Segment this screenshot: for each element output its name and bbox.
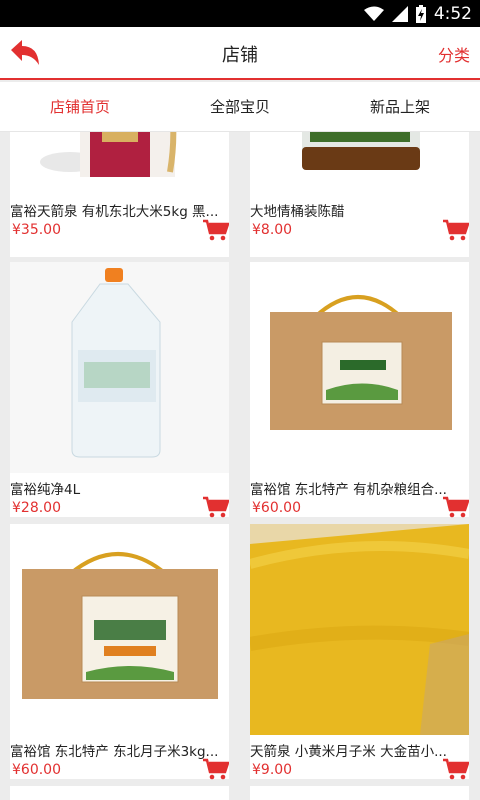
add-to-cart-icon[interactable]	[203, 219, 229, 241]
product-price: ¥28.00	[12, 500, 61, 516]
product-card[interactable]: 富裕天箭泉 有机东北大米5kg 黑... ¥35.00	[10, 132, 229, 257]
add-to-cart-icon[interactable]	[203, 758, 229, 780]
product-card[interactable]	[10, 786, 229, 800]
product-grid: 富裕天箭泉 有机东北大米5kg 黑... ¥35.00 大地情桶装陈醋 ¥8.0…	[0, 132, 480, 800]
product-card[interactable]: 天箭泉 小黄米月子米 大金苗小... ¥9.00	[250, 524, 469, 780]
product-card[interactable]	[250, 786, 469, 800]
product-price: ¥60.00	[252, 500, 301, 516]
product-card[interactable]: 富裕馆 东北特产 有机杂粮组合... ¥60.00	[250, 262, 469, 518]
add-to-cart-icon[interactable]	[443, 758, 469, 780]
tab-bar: 店铺首页 全部宝贝 新品上架	[0, 82, 480, 132]
product-name[interactable]: 大地情桶装陈醋	[250, 200, 469, 220]
tab-new-arrivals[interactable]: 新品上架	[320, 82, 480, 131]
product-name[interactable]: 富裕馆 东北特产 有机杂粮组合...	[250, 478, 469, 498]
tab-store-home[interactable]: 店铺首页	[0, 82, 160, 131]
product-image-water-bottle[interactable]	[10, 262, 229, 473]
product-name[interactable]: 天箭泉 小黄米月子米 大金苗小...	[250, 740, 469, 760]
wifi-icon	[363, 6, 384, 21]
product-card[interactable]: 富裕纯净4L ¥28.00	[10, 262, 229, 518]
product-price: ¥9.00	[252, 762, 293, 778]
product-image-rice-bag[interactable]	[10, 132, 229, 182]
product-image-vinegar[interactable]	[250, 132, 469, 182]
product-image-yellow-millet[interactable]	[250, 524, 469, 735]
product-image-grain-gift-box[interactable]	[250, 262, 469, 473]
battery-charging-icon	[415, 4, 426, 23]
product-name[interactable]: 富裕天箭泉 有机东北大米5kg 黑...	[10, 200, 229, 220]
product-price: ¥35.00	[12, 222, 61, 238]
product-name[interactable]: 富裕纯净4L	[10, 478, 229, 498]
status-bar: 4:52	[0, 0, 480, 27]
signal-icon	[391, 5, 408, 22]
add-to-cart-icon[interactable]	[203, 496, 229, 518]
product-card[interactable]: 富裕馆 东北特产 东北月子米3kg... ¥60.00	[10, 524, 229, 780]
product-image-millet-gift-box[interactable]	[10, 524, 229, 735]
product-price: ¥8.00	[252, 222, 293, 238]
product-card[interactable]: 大地情桶装陈醋 ¥8.00	[250, 132, 469, 257]
clock: 4:52	[433, 3, 472, 24]
add-to-cart-icon[interactable]	[443, 219, 469, 241]
product-name[interactable]: 富裕馆 东北特产 东北月子米3kg...	[10, 740, 229, 760]
back-arrow-icon[interactable]	[8, 37, 42, 69]
status-icons: 4:52	[363, 3, 472, 24]
category-button[interactable]: 分类	[438, 42, 470, 66]
page-title: 店铺	[222, 45, 258, 66]
product-price: ¥60.00	[12, 762, 61, 778]
nav-bar: 店铺 分类	[0, 27, 480, 80]
add-to-cart-icon[interactable]	[443, 496, 469, 518]
tab-all-products[interactable]: 全部宝贝	[160, 82, 320, 131]
